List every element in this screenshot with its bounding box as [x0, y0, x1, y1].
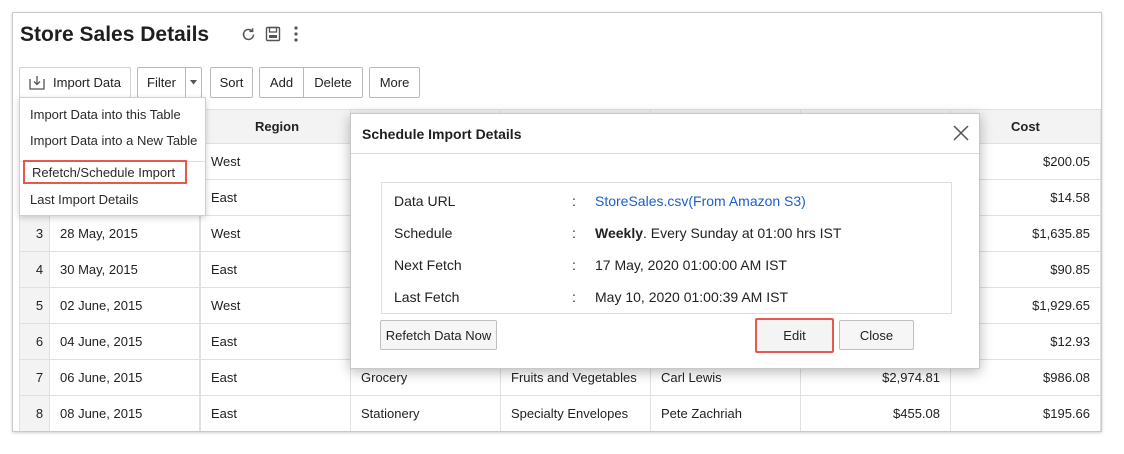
sales-cell[interactable]: $455.08	[800, 395, 951, 431]
menu-item-last-import-details[interactable]: Last Import Details	[20, 187, 205, 211]
detail-label: Data URL	[394, 193, 456, 209]
row-number-cell[interactable]: 7	[19, 359, 50, 396]
region-cell[interactable]: East	[200, 179, 351, 216]
menu-item-import-into-this-table[interactable]: Import Data into this Table	[20, 102, 205, 126]
import-data-button[interactable]: Import Data	[19, 67, 131, 98]
import-details-panel: Data URL : StoreSales.csv(From Amazon S3…	[381, 182, 952, 314]
detail-colon: :	[572, 289, 576, 305]
detail-row-data-url: Data URL : StoreSales.csv(From Amazon S3…	[382, 193, 951, 213]
page-title: Store Sales Details	[20, 23, 210, 46]
row-number-cell[interactable]: 8	[19, 395, 50, 431]
row-number-cell[interactable]: 4	[19, 251, 50, 288]
add-button[interactable]: Add	[259, 67, 304, 98]
date-cell[interactable]: 28 May, 2015	[49, 215, 200, 252]
region-cell[interactable]: East	[200, 323, 351, 360]
schedule-frequency: Weekly	[595, 225, 643, 241]
region-cell[interactable]: East	[200, 251, 351, 288]
region-cell[interactable]: West	[200, 215, 351, 252]
edit-button[interactable]: Edit	[755, 318, 834, 353]
date-cell[interactable]: 04 June, 2015	[49, 323, 200, 360]
import-dropdown-menu: Import Data into this Table Import Data …	[19, 97, 206, 216]
date-cell[interactable]: 06 June, 2015	[49, 359, 200, 396]
schedule-import-dialog: Schedule Import Details Data URL : Store…	[350, 113, 980, 369]
region-cell[interactable]: West	[200, 287, 351, 324]
save-icon[interactable]	[264, 25, 282, 43]
app-window: Store Sales Details Import Data Filter S…	[12, 12, 1102, 432]
dropdown-caret-icon	[190, 80, 197, 85]
close-button[interactable]: Close	[839, 320, 914, 350]
menu-item-import-into-new-table[interactable]: Import Data into a New Table	[20, 128, 205, 152]
region-cell[interactable]: East	[200, 395, 351, 431]
detail-label: Schedule	[394, 225, 453, 241]
more-button[interactable]: More	[369, 67, 420, 98]
product-cell[interactable]: Specialty Envelopes	[500, 395, 651, 431]
detail-row-last-fetch: Last Fetch : May 10, 2020 01:00:39 AM IS…	[382, 289, 951, 309]
cost-cell[interactable]: $195.66	[950, 395, 1101, 431]
category-cell[interactable]: Stationery	[350, 395, 501, 431]
sort-button[interactable]: Sort	[210, 67, 253, 98]
refresh-icon[interactable]	[239, 25, 257, 43]
date-cell[interactable]: 30 May, 2015	[49, 251, 200, 288]
customer-cell[interactable]: Pete Zachriah	[650, 395, 801, 431]
dialog-header: Schedule Import Details	[351, 114, 979, 154]
date-cell[interactable]: 02 June, 2015	[49, 287, 200, 324]
row-number-cell[interactable]: 3	[19, 215, 50, 252]
refetch-data-now-button[interactable]: Refetch Data Now	[380, 320, 497, 350]
detail-label: Next Fetch	[394, 257, 462, 273]
dialog-title: Schedule Import Details	[362, 126, 522, 142]
delete-button[interactable]: Delete	[303, 67, 363, 98]
filter-dropdown-button[interactable]	[185, 67, 202, 98]
detail-colon: :	[572, 225, 576, 241]
detail-value: May 10, 2020 01:00:39 AM IST	[595, 289, 789, 305]
detail-colon: :	[572, 257, 576, 273]
filter-button[interactable]: Filter	[137, 67, 185, 98]
data-url-link[interactable]: StoreSales.csv(From Amazon S3)	[595, 193, 806, 209]
import-icon	[29, 75, 45, 90]
region-cell[interactable]: East	[200, 359, 351, 396]
detail-value: 17 May, 2020 01:00:00 AM IST	[595, 257, 787, 273]
detail-row-next-fetch: Next Fetch : 17 May, 2020 01:00:00 AM IS…	[382, 257, 951, 277]
header-region[interactable]: Region	[200, 109, 351, 144]
import-data-label: Import Data	[53, 75, 121, 90]
more-vertical-icon[interactable]	[287, 25, 305, 43]
detail-value: Weekly. Every Sunday at 01:00 hrs IST	[595, 225, 841, 241]
close-icon[interactable]	[951, 123, 971, 143]
detail-row-schedule: Schedule : Weekly. Every Sunday at 01:00…	[382, 225, 951, 245]
table-row[interactable]: 8 08 June, 2015 East Stationery Specialty En…	[19, 395, 1101, 431]
region-cell[interactable]: West	[200, 143, 351, 180]
row-number-cell[interactable]: 6	[19, 323, 50, 360]
detail-colon: :	[572, 193, 576, 209]
row-number-cell[interactable]: 5	[19, 287, 50, 324]
detail-label: Last Fetch	[394, 289, 460, 305]
menu-item-refetch-schedule-import[interactable]: Refetch/Schedule Import	[23, 160, 187, 184]
date-cell[interactable]: 08 June, 2015	[49, 395, 200, 431]
schedule-description: . Every Sunday at 01:00 hrs IST	[643, 225, 842, 241]
